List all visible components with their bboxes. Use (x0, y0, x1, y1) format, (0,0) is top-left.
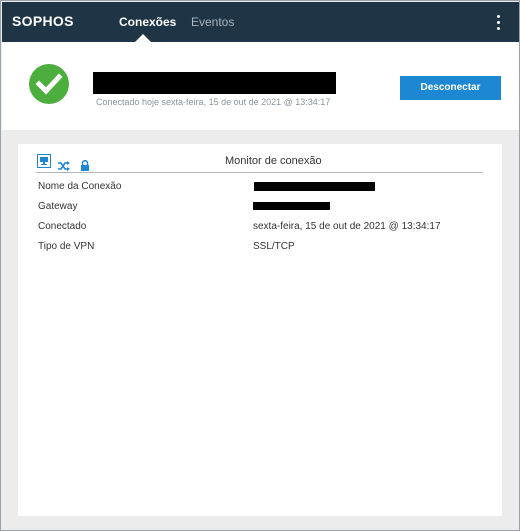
connected-value: sexta-feira, 15 de out de 2021 @ 13:34:1… (253, 221, 441, 232)
vpn-type-value: SSL/TCP (253, 241, 295, 252)
connection-monitor-card: Monitor de conexão Nome da Conexão Gatew… (18, 144, 502, 516)
monitor-icon[interactable] (37, 154, 51, 168)
monitor-title: Monitor de conexão (225, 155, 322, 167)
connection-name-value-redacted (254, 182, 375, 191)
top-navigation-bar: SOPHOS Conexões Eventos (2, 2, 519, 42)
sophos-vpn-window: SOPHOS Conexões Eventos Conectado hoje s… (0, 0, 520, 531)
connected-check-icon (29, 64, 69, 104)
tab-events[interactable]: Eventos (191, 15, 234, 29)
shuffle-icon[interactable] (58, 156, 70, 175)
connected-label: Conectado (38, 221, 87, 232)
lock-icon[interactable] (80, 156, 90, 175)
gateway-label: Gateway (38, 201, 78, 212)
connection-name-label: Nome da Conexão (38, 181, 122, 192)
connection-name-redacted (93, 72, 336, 94)
monitor-header: Monitor de conexão (36, 154, 483, 173)
connection-header: Conectado hoje sexta-feira, 15 de out de… (2, 42, 519, 130)
connected-since-text: Conectado hoje sexta-feira, 15 de out de… (96, 97, 331, 107)
vpn-type-label: Tipo de VPN (38, 241, 95, 252)
more-options-icon[interactable] (493, 15, 503, 31)
sophos-logo: SOPHOS (12, 13, 74, 29)
disconnect-button[interactable]: Desconectar (400, 76, 501, 100)
active-tab-indicator (135, 34, 151, 42)
gateway-value-redacted (253, 202, 330, 210)
tab-connections[interactable]: Conexões (119, 15, 176, 29)
